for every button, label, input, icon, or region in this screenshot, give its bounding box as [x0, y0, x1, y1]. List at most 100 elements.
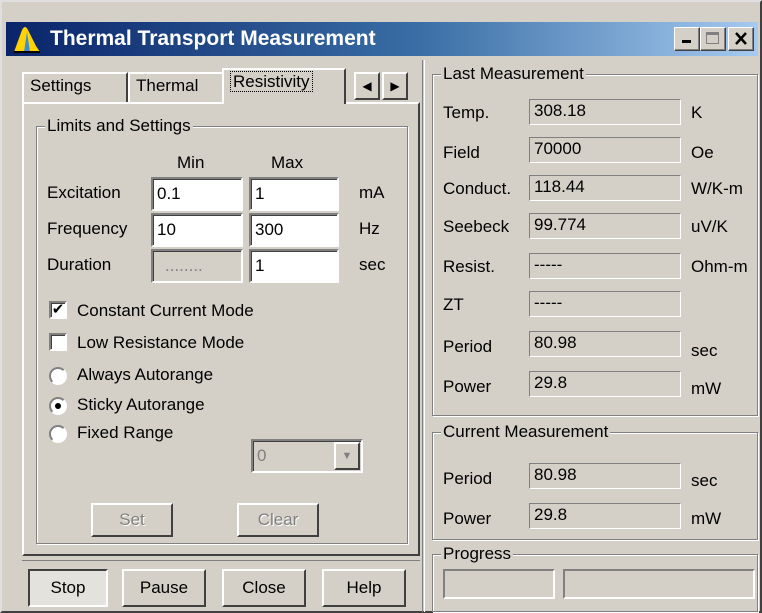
tab-thermal-label: Thermal — [136, 76, 199, 95]
maximize-icon — [706, 32, 719, 44]
limits-settings-legend: Limits and Settings — [45, 116, 193, 136]
progress-legend: Progress — [441, 544, 514, 564]
arrow-left-icon: ◀ — [362, 79, 372, 93]
last-measurement-legend: Last Measurement — [441, 64, 586, 84]
resist-value: ----- — [529, 253, 681, 279]
field-unit: Oe — [691, 143, 714, 162]
current-power-unit: mW — [691, 509, 722, 528]
seebeck-unit: uV/K — [691, 217, 728, 236]
always-autorange-radio[interactable] — [49, 367, 67, 385]
tab-resistivity[interactable]: Resistivity — [222, 68, 346, 104]
resist-unit: Ohm-m — [691, 257, 748, 276]
constant-current-checkbox[interactable]: ✔ — [49, 301, 67, 319]
current-measurement-group: Current Measurement Period 80.98 sec Pow… — [432, 422, 758, 540]
temp-label: Temp. — [443, 103, 490, 122]
conduct-unit: W/K-m — [691, 179, 743, 198]
conduct-value: 118.44 — [529, 175, 681, 201]
excitation-max-input[interactable]: 1 — [249, 177, 339, 211]
period-unit: sec — [691, 341, 718, 360]
fixed-range-label[interactable]: Fixed Range — [77, 423, 173, 443]
chevron-down-icon: ▼ — [334, 442, 360, 470]
excitation-unit: mA — [359, 183, 385, 202]
seebeck-value: 99.774 — [529, 213, 681, 239]
stop-button[interactable]: Stop — [28, 569, 108, 607]
field-label: Field — [443, 143, 480, 162]
zt-label: ZT — [443, 295, 464, 314]
power-unit: mW — [691, 379, 722, 398]
app-icon — [14, 27, 40, 53]
period-value: 80.98 — [529, 331, 681, 357]
constant-current-label[interactable]: Constant Current Mode — [77, 301, 254, 321]
minimize-icon — [682, 40, 691, 43]
limits-settings-group: Limits and Settings Min Max Excitation 0… — [36, 116, 408, 544]
period-label: Period — [443, 337, 493, 356]
main-window: Thermal Transport Measurement Settings T… — [0, 0, 762, 613]
field-value: 70000 — [529, 137, 681, 163]
progress-bar-1 — [443, 569, 555, 599]
duration-min-input: ........ — [151, 249, 243, 283]
low-resistance-checkbox[interactable] — [49, 333, 67, 351]
seebeck-label: Seebeck — [443, 217, 510, 236]
close-icon — [735, 32, 747, 45]
sticky-autorange-label[interactable]: Sticky Autorange — [77, 395, 205, 415]
fixed-range-select: 0 ▼ — [251, 439, 363, 473]
last-measurement-group: Last Measurement Temp. 308.18 K Field 70… — [432, 64, 758, 416]
help-button[interactable]: Help — [322, 569, 406, 607]
pause-button[interactable]: Pause — [122, 569, 206, 607]
close-button[interactable]: Close — [222, 569, 306, 607]
set-button-label: Set — [119, 510, 145, 529]
panel-divider — [422, 60, 425, 612]
conduct-label: Conduct. — [443, 179, 512, 198]
frequency-unit: Hz — [359, 219, 380, 238]
current-measurement-legend: Current Measurement — [441, 422, 611, 442]
fixed-range-value: 0 — [257, 446, 267, 465]
low-resistance-label[interactable]: Low Resistance Mode — [77, 333, 244, 353]
power-value: 29.8 — [529, 371, 681, 397]
frequency-label: Frequency — [47, 219, 128, 238]
progress-bar-2 — [563, 569, 755, 599]
current-power-value: 29.8 — [529, 503, 681, 529]
clear-button-label: Clear — [257, 510, 299, 529]
tab-thermal[interactable]: Thermal — [128, 72, 224, 102]
always-autorange-label[interactable]: Always Autorange — [77, 365, 213, 385]
frequency-max-input[interactable]: 300 — [249, 213, 339, 247]
fixed-range-radio[interactable] — [49, 425, 67, 443]
resist-label: Resist. — [443, 257, 495, 276]
window-title: Thermal Transport Measurement — [50, 27, 376, 50]
temp-value: 308.18 — [529, 99, 681, 125]
tab-scroll-left-button[interactable]: ◀ — [354, 72, 380, 100]
progress-group: Progress — [432, 544, 758, 612]
close-button-label: Close — [242, 578, 286, 597]
tab-scroll-right-button[interactable]: ▶ — [382, 72, 408, 100]
duration-label: Duration — [47, 255, 112, 274]
set-button[interactable]: Set — [91, 503, 173, 537]
min-column-header: Min — [177, 153, 205, 172]
arrow-right-icon: ▶ — [390, 79, 400, 93]
excitation-label: Excitation — [47, 183, 121, 202]
current-period-unit: sec — [691, 471, 718, 490]
title-bar[interactable]: Thermal Transport Measurement — [6, 22, 758, 56]
clear-button[interactable]: Clear — [237, 503, 319, 537]
temp-unit: K — [691, 103, 703, 122]
duration-max-input[interactable]: 1 — [249, 249, 339, 283]
duration-unit: sec — [359, 255, 386, 274]
current-period-label: Period — [443, 469, 493, 488]
tab-settings[interactable]: Settings — [22, 72, 128, 102]
excitation-min-input[interactable]: 0.1 — [151, 177, 243, 211]
tab-resistivity-label: Resistivity — [230, 71, 313, 92]
power-label: Power — [443, 377, 492, 396]
tab-page-resistivity: Limits and Settings Min Max Excitation 0… — [22, 102, 420, 556]
max-column-header: Max — [271, 153, 304, 172]
pause-button-label: Pause — [139, 578, 189, 597]
minimize-button[interactable] — [674, 27, 700, 51]
frequency-min-input[interactable]: 10 — [151, 213, 243, 247]
sticky-autorange-radio[interactable] — [49, 397, 67, 415]
help-button-label: Help — [346, 578, 382, 597]
maximize-button[interactable] — [700, 27, 726, 51]
bottom-button-bar: Stop Pause Close Help — [22, 560, 420, 612]
zt-value: ----- — [529, 291, 681, 317]
stop-button-label: Stop — [50, 578, 86, 597]
radio-selected-dot — [55, 403, 61, 409]
close-window-button[interactable] — [728, 27, 754, 51]
current-period-value: 80.98 — [529, 463, 681, 489]
